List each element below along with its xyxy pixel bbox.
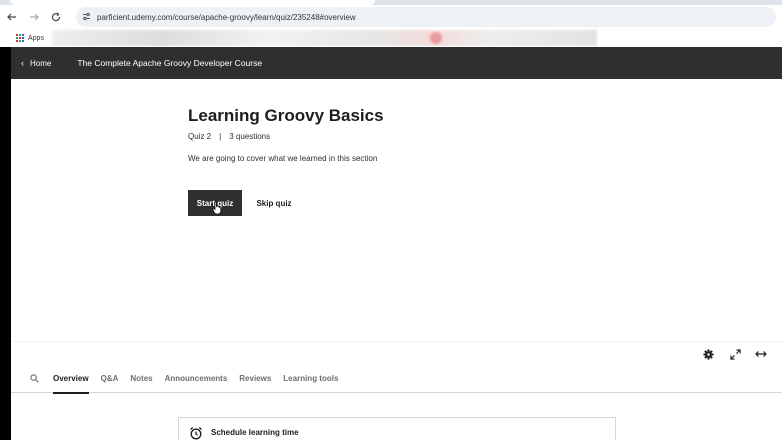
quiz-description: We are going to cover what we learned in… bbox=[188, 154, 378, 163]
search-tab[interactable] bbox=[30, 365, 39, 393]
site-settings-icon[interactable] bbox=[82, 12, 91, 23]
quiz-number: Quiz 2 bbox=[188, 132, 212, 141]
expand-width-icon bbox=[755, 351, 767, 357]
home-link[interactable]: ‹ Home bbox=[21, 58, 51, 68]
course-player: ‹ Home The Complete Apache Groovy Develo… bbox=[11, 47, 782, 440]
expand-width-button[interactable] bbox=[753, 346, 769, 362]
blurred-bookmarks bbox=[52, 30, 597, 46]
home-label: Home bbox=[30, 58, 52, 68]
arrow-left-icon bbox=[7, 13, 16, 21]
address-bar[interactable]: parficient.udemy.com/course/apache-groov… bbox=[76, 7, 776, 27]
tab-announcements[interactable]: Announcements bbox=[165, 365, 228, 393]
player-controls bbox=[11, 341, 782, 365]
quiz-panel: Learning Groovy Basics Quiz 2 | 3 questi… bbox=[11, 79, 782, 341]
back-button[interactable] bbox=[2, 7, 22, 27]
gear-icon bbox=[702, 348, 714, 360]
arrow-right-icon bbox=[30, 13, 39, 21]
url-text: parficient.udemy.com/course/apache-groov… bbox=[97, 12, 356, 22]
tab-reviews[interactable]: Reviews bbox=[239, 365, 271, 393]
chevron-left-icon: ‹ bbox=[21, 58, 24, 68]
reload-button[interactable] bbox=[46, 7, 66, 27]
tab-learning-tools[interactable]: Learning tools bbox=[283, 365, 338, 393]
tab-qa[interactable]: Q&A bbox=[101, 365, 119, 393]
quiz-meta: Quiz 2 | 3 questions bbox=[188, 132, 270, 141]
course-title[interactable]: The Complete Apache Groovy Developer Cou… bbox=[77, 58, 262, 68]
skip-quiz-button[interactable]: Skip quiz bbox=[249, 190, 299, 216]
meta-separator: | bbox=[219, 132, 222, 141]
reload-icon bbox=[51, 12, 61, 22]
question-count: 3 questions bbox=[229, 132, 271, 141]
tab-notes[interactable]: Notes bbox=[130, 365, 152, 393]
browser-toolbar: parficient.udemy.com/course/apache-groov… bbox=[0, 5, 782, 29]
content-tabs: Overview Q&A Notes Announcements Reviews… bbox=[11, 365, 782, 394]
apps-grid-icon[interactable] bbox=[16, 34, 24, 42]
course-header: ‹ Home The Complete Apache Groovy Develo… bbox=[11, 47, 782, 79]
quiz-title: Learning Groovy Basics bbox=[188, 106, 384, 125]
apps-bookmark[interactable]: Apps bbox=[28, 35, 44, 42]
alarm-clock-icon bbox=[190, 427, 202, 440]
hand-cursor-icon bbox=[212, 201, 222, 215]
expand-icon bbox=[729, 348, 741, 360]
tab-overview[interactable]: Overview bbox=[53, 365, 89, 394]
settings-button[interactable] bbox=[700, 346, 716, 362]
schedule-title: Schedule learning time bbox=[211, 428, 299, 437]
schedule-learning-card: Schedule learning time bbox=[178, 417, 616, 440]
forward-button[interactable] bbox=[24, 7, 44, 27]
fullscreen-button[interactable] bbox=[727, 346, 743, 362]
search-icon bbox=[30, 374, 39, 383]
